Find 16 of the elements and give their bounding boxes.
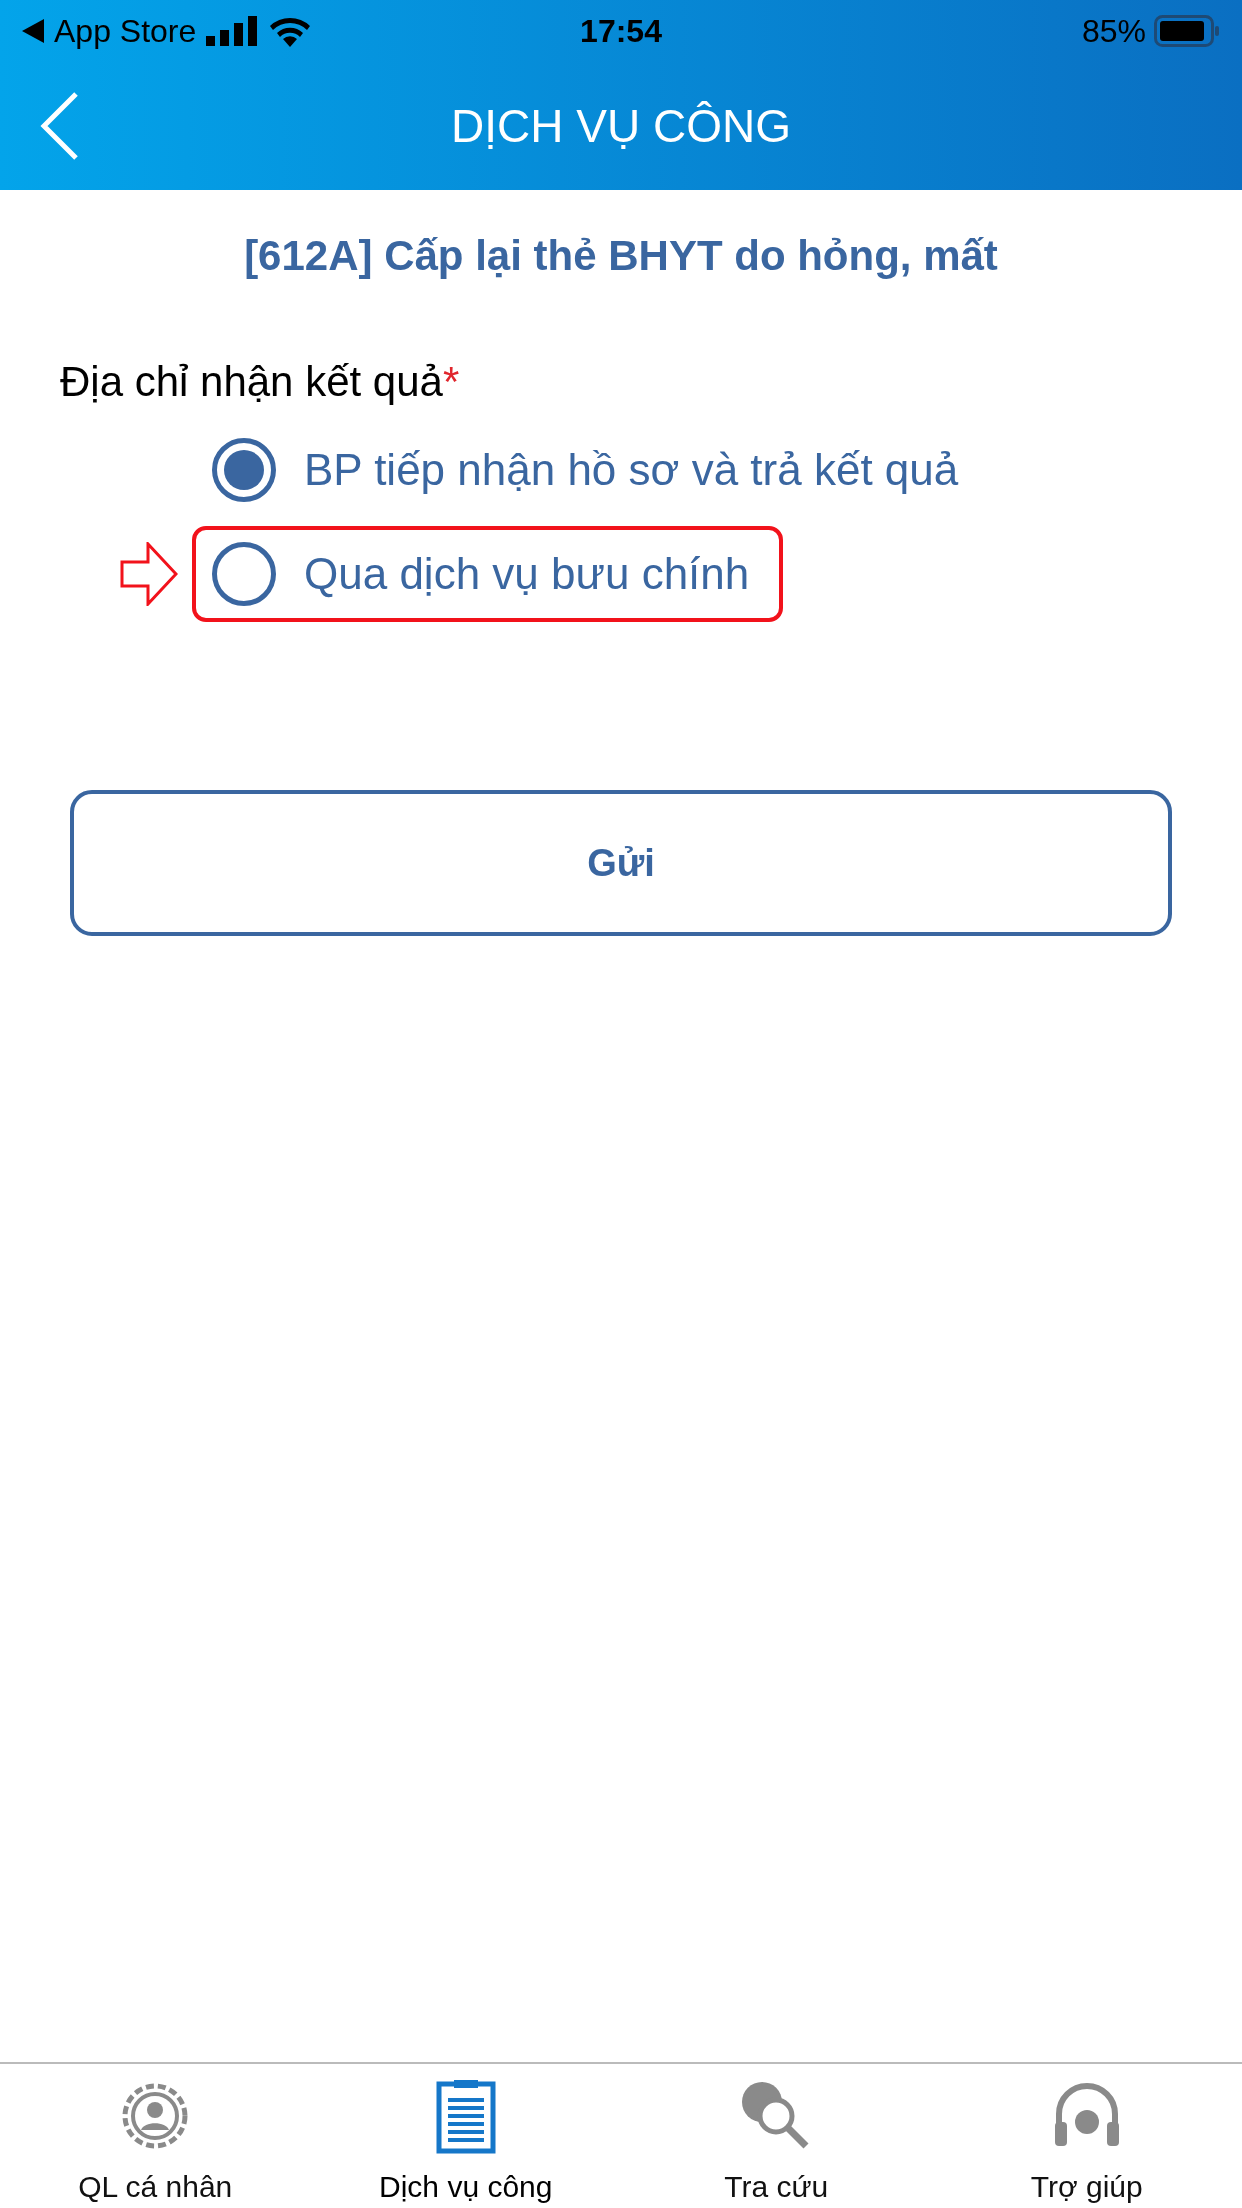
option-label: Qua dịch vụ bưu chính (304, 549, 750, 599)
required-mark: * (442, 358, 460, 406)
status-time: 17:54 (580, 12, 662, 50)
field-label: Địa chỉ nhận kết quả (60, 358, 443, 406)
highlight-frame[interactable]: Qua dịch vụ bưu chính (192, 526, 784, 622)
submit-button[interactable]: Gửi (70, 790, 1172, 936)
tab-bar-item[interactable]: Trợ giúp (931, 2064, 1242, 2208)
tab-bar-item[interactable]: Dịch vụ công (310, 2064, 621, 2208)
battery-percent: 85% (1081, 12, 1146, 50)
tab-bar-item[interactable]: Tra cứu (621, 2064, 932, 2208)
radio-option[interactable]: BP tiếp nhận hồ sơ và trả kết quả (192, 422, 993, 518)
header-title: DỊCH VỤ CÔNG (451, 99, 791, 153)
tab-bar-item[interactable]: QL cá nhân (0, 2064, 311, 2208)
back-app-link[interactable]: App Store (54, 12, 197, 50)
option-label: BP tiếp nhận hồ sơ và trả kết quả (304, 445, 959, 495)
form-title: [612A] Cấp lại thẻ BHYT do hỏng, mất (243, 232, 999, 280)
